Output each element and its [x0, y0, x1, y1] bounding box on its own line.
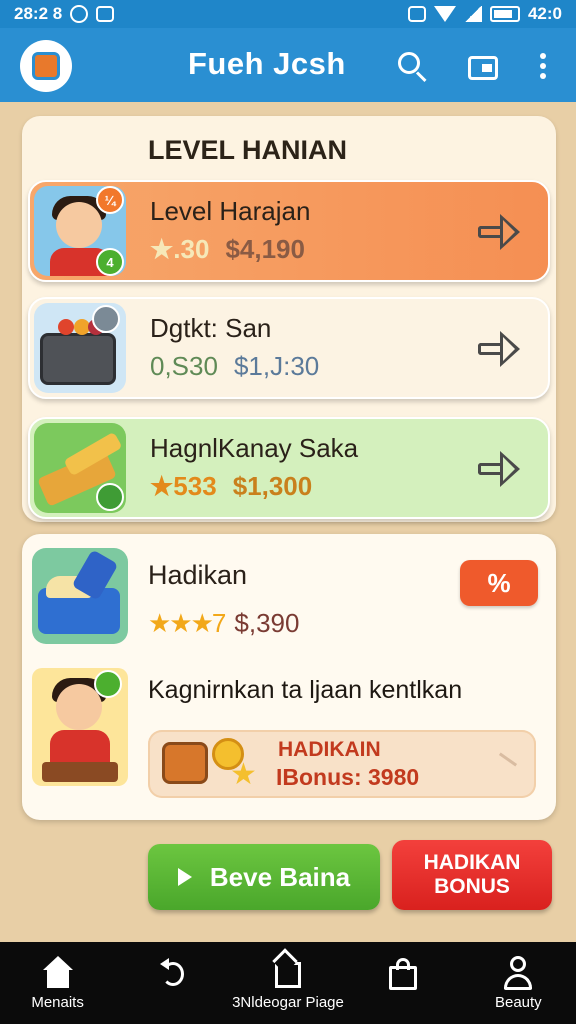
app-bar: Fueh Jcsh — [0, 28, 576, 102]
vibrate-icon — [407, 6, 426, 22]
level-title: HagnlKanay Saka — [150, 433, 359, 463]
nav-item-profile[interactable]: Beauty — [461, 942, 576, 1024]
arrow-right-icon[interactable] — [476, 329, 522, 369]
basket-thumbnail — [34, 303, 126, 393]
bottom-nav: Menaits 3Nldeogar Piage Beauty — [0, 942, 576, 1024]
folder-icon[interactable] — [466, 50, 500, 84]
basket-badge-icon — [92, 305, 120, 333]
nav-item-page[interactable]: 3Nldeogar Piage — [230, 942, 345, 1024]
claim-bonus-line1: HADIKAN — [423, 851, 521, 874]
play-button[interactable]: Beve Baina — [148, 844, 380, 910]
search-icon[interactable] — [396, 50, 430, 84]
back-icon — [156, 956, 190, 990]
level-price: $4,190 — [225, 234, 305, 264]
bonus-value: IBonus: 3980 — [276, 764, 420, 790]
app-logo-button[interactable] — [20, 40, 72, 92]
divider-mark — [498, 752, 518, 767]
level-card[interactable]: Dgtkt: San 0,S30 $1,J:30 — [28, 297, 550, 399]
check-badge-icon — [94, 670, 122, 698]
notification-icon — [70, 5, 89, 23]
level-price: $1,J:30 — [233, 351, 320, 381]
reward-discount-badge[interactable]: % — [460, 560, 538, 606]
house-icon — [271, 948, 305, 990]
home-icon — [41, 956, 75, 990]
level-score: ★533 — [150, 471, 217, 501]
status-time: 28:2 8 — [14, 4, 63, 23]
app-title: Fueh Jcsh — [188, 46, 346, 81]
level-panel-title: LEVEL HANIAN — [148, 135, 348, 165]
nav-item-shop[interactable] — [346, 942, 461, 1024]
app-logo-icon — [32, 52, 60, 80]
arrow-right-icon[interactable] — [476, 449, 522, 489]
level-score: ★.30 — [150, 234, 210, 264]
level-score: 0,S30 — [150, 351, 218, 381]
claim-bonus-line2: BONUS — [434, 875, 510, 898]
level-title: Level Harajan — [150, 196, 311, 226]
shopping-bag-icon — [386, 956, 420, 990]
claim-bonus-button[interactable]: HADIKAN BONUS — [392, 840, 552, 910]
level-badge-icon: ¼ — [96, 186, 124, 214]
signal-icon — [463, 6, 482, 22]
character-avatar — [32, 668, 128, 786]
reward-title: Hadikan — [148, 560, 248, 590]
level-card[interactable]: ¼ 4 Level Harajan ★.30 $4,190 — [28, 180, 550, 282]
bonus-box[interactable]: ★ HADIKAIN IBonus: 3980 — [148, 730, 536, 798]
reward-panel: Hadikan ★★★7 $,390 % Kagnirnkan ta ljaan… — [22, 534, 556, 820]
status-bar: 28:2 8 42:0 — [0, 0, 576, 28]
gold-bar-thumbnail — [34, 423, 126, 513]
reward-stars: ★★★7 — [148, 608, 226, 638]
play-icon — [177, 868, 192, 886]
user-icon — [501, 956, 535, 990]
wifi-icon — [433, 6, 456, 22]
treasure-chest-icon — [162, 742, 208, 784]
nav-item-back[interactable] — [115, 942, 230, 1024]
gold-badge-icon — [96, 483, 124, 511]
reward-message: Kagnirnkan ta ljaan kentlkan — [148, 676, 463, 704]
level-card[interactable]: HagnlKanay Saka ★533 $1,300 — [28, 417, 550, 519]
status-clock: 42:0 — [527, 4, 562, 23]
nav-label: Menaits — [31, 994, 84, 1011]
bonus-label: HADIKAIN — [278, 738, 381, 761]
nav-label: 3Nldeogar Piage — [232, 994, 344, 1011]
level-price: $1,300 — [232, 471, 313, 501]
level-title: Dgtkt: San — [150, 313, 272, 343]
play-button-label: Beve Baina — [209, 861, 351, 892]
character-thumbnail: ¼ 4 — [34, 186, 126, 276]
reward-value: $,390 — [234, 608, 300, 638]
app-notification-icon — [96, 6, 115, 22]
nav-label: Beauty — [494, 994, 542, 1011]
battery-icon — [489, 6, 520, 22]
count-badge-icon: 4 — [96, 248, 124, 276]
arrow-right-icon[interactable] — [476, 212, 522, 252]
reward-thumbnail — [32, 548, 128, 644]
more-menu-icon[interactable] — [536, 50, 550, 84]
star-icon: ★ — [230, 758, 257, 791]
nav-item-home[interactable]: Menaits — [0, 942, 115, 1024]
